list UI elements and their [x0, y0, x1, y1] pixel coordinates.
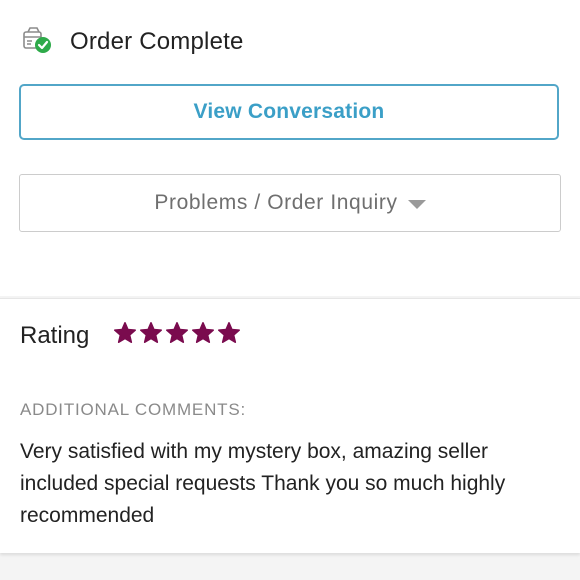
- rating-stars: [113, 321, 241, 345]
- star-icon: [192, 322, 215, 343]
- problems-order-inquiry-label: Problems / Order Inquiry: [154, 191, 398, 214]
- package-check-icon: [22, 26, 54, 58]
- additional-comments-label: ADDITIONAL COMMENTS:: [20, 400, 246, 419]
- star-icon: [114, 322, 137, 343]
- view-conversation-button[interactable]: View Conversation: [19, 84, 559, 140]
- star-icon: [218, 322, 241, 343]
- star-icon: [166, 322, 189, 343]
- order-page: Order Complete View Conversation Problem…: [0, 0, 580, 580]
- star-icon: [140, 322, 163, 343]
- chevron-down-icon: [407, 200, 426, 209]
- problems-order-inquiry-dropdown[interactable]: Problems / Order Inquiry: [19, 174, 561, 232]
- additional-comments-text: Very satisfied with my mystery box, amaz…: [20, 440, 506, 527]
- order-status-title: Order Complete: [70, 28, 244, 55]
- order-status-row: Order Complete: [22, 24, 244, 60]
- rating-row: Rating: [20, 316, 241, 356]
- rating-label: Rating: [20, 322, 90, 349]
- order-status-card: Order Complete View Conversation Problem…: [0, 0, 580, 296]
